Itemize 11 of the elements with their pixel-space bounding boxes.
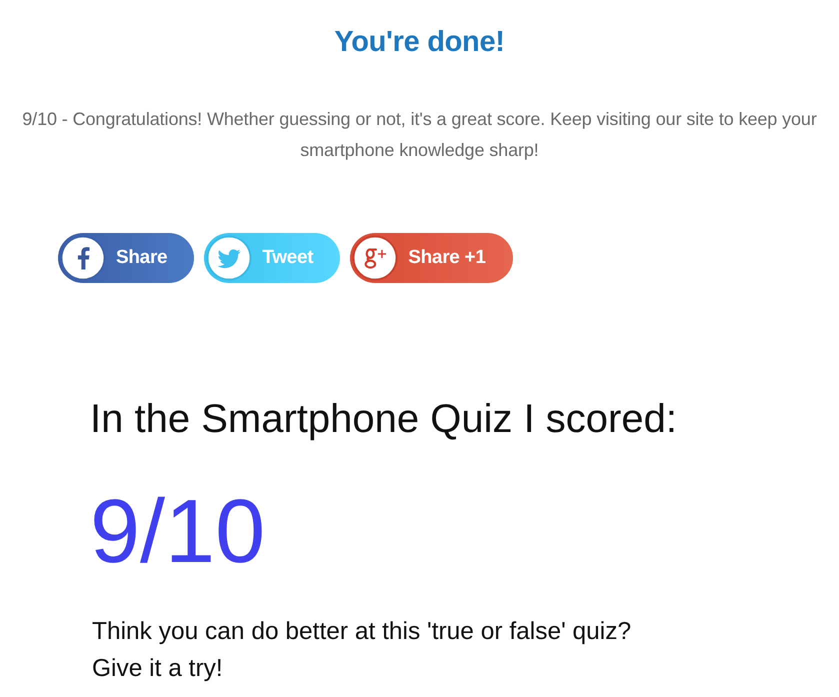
- g-plus-icon: [352, 235, 398, 281]
- result-heading: In the Smartphone Quiz I scored:: [90, 396, 677, 443]
- page-title: You're done!: [334, 25, 505, 59]
- facebook-share-button[interactable]: Share: [58, 233, 194, 283]
- call-to-action-text: Give it a try!: [92, 654, 223, 684]
- score-text: 9/10: [90, 482, 266, 582]
- challenge-text: Think you can do better at this 'true or false' quiz?: [92, 617, 632, 647]
- bird-icon: [206, 235, 252, 281]
- facebook-icon: [60, 235, 106, 281]
- google-plus-share-button[interactable]: Share +1: [350, 233, 513, 283]
- result-message: 9/10 - Congratulations! Whether guessing or not, it's a great score. Keep visiting our site to keep your smartphone knowledge sharp!: [21, 108, 818, 162]
